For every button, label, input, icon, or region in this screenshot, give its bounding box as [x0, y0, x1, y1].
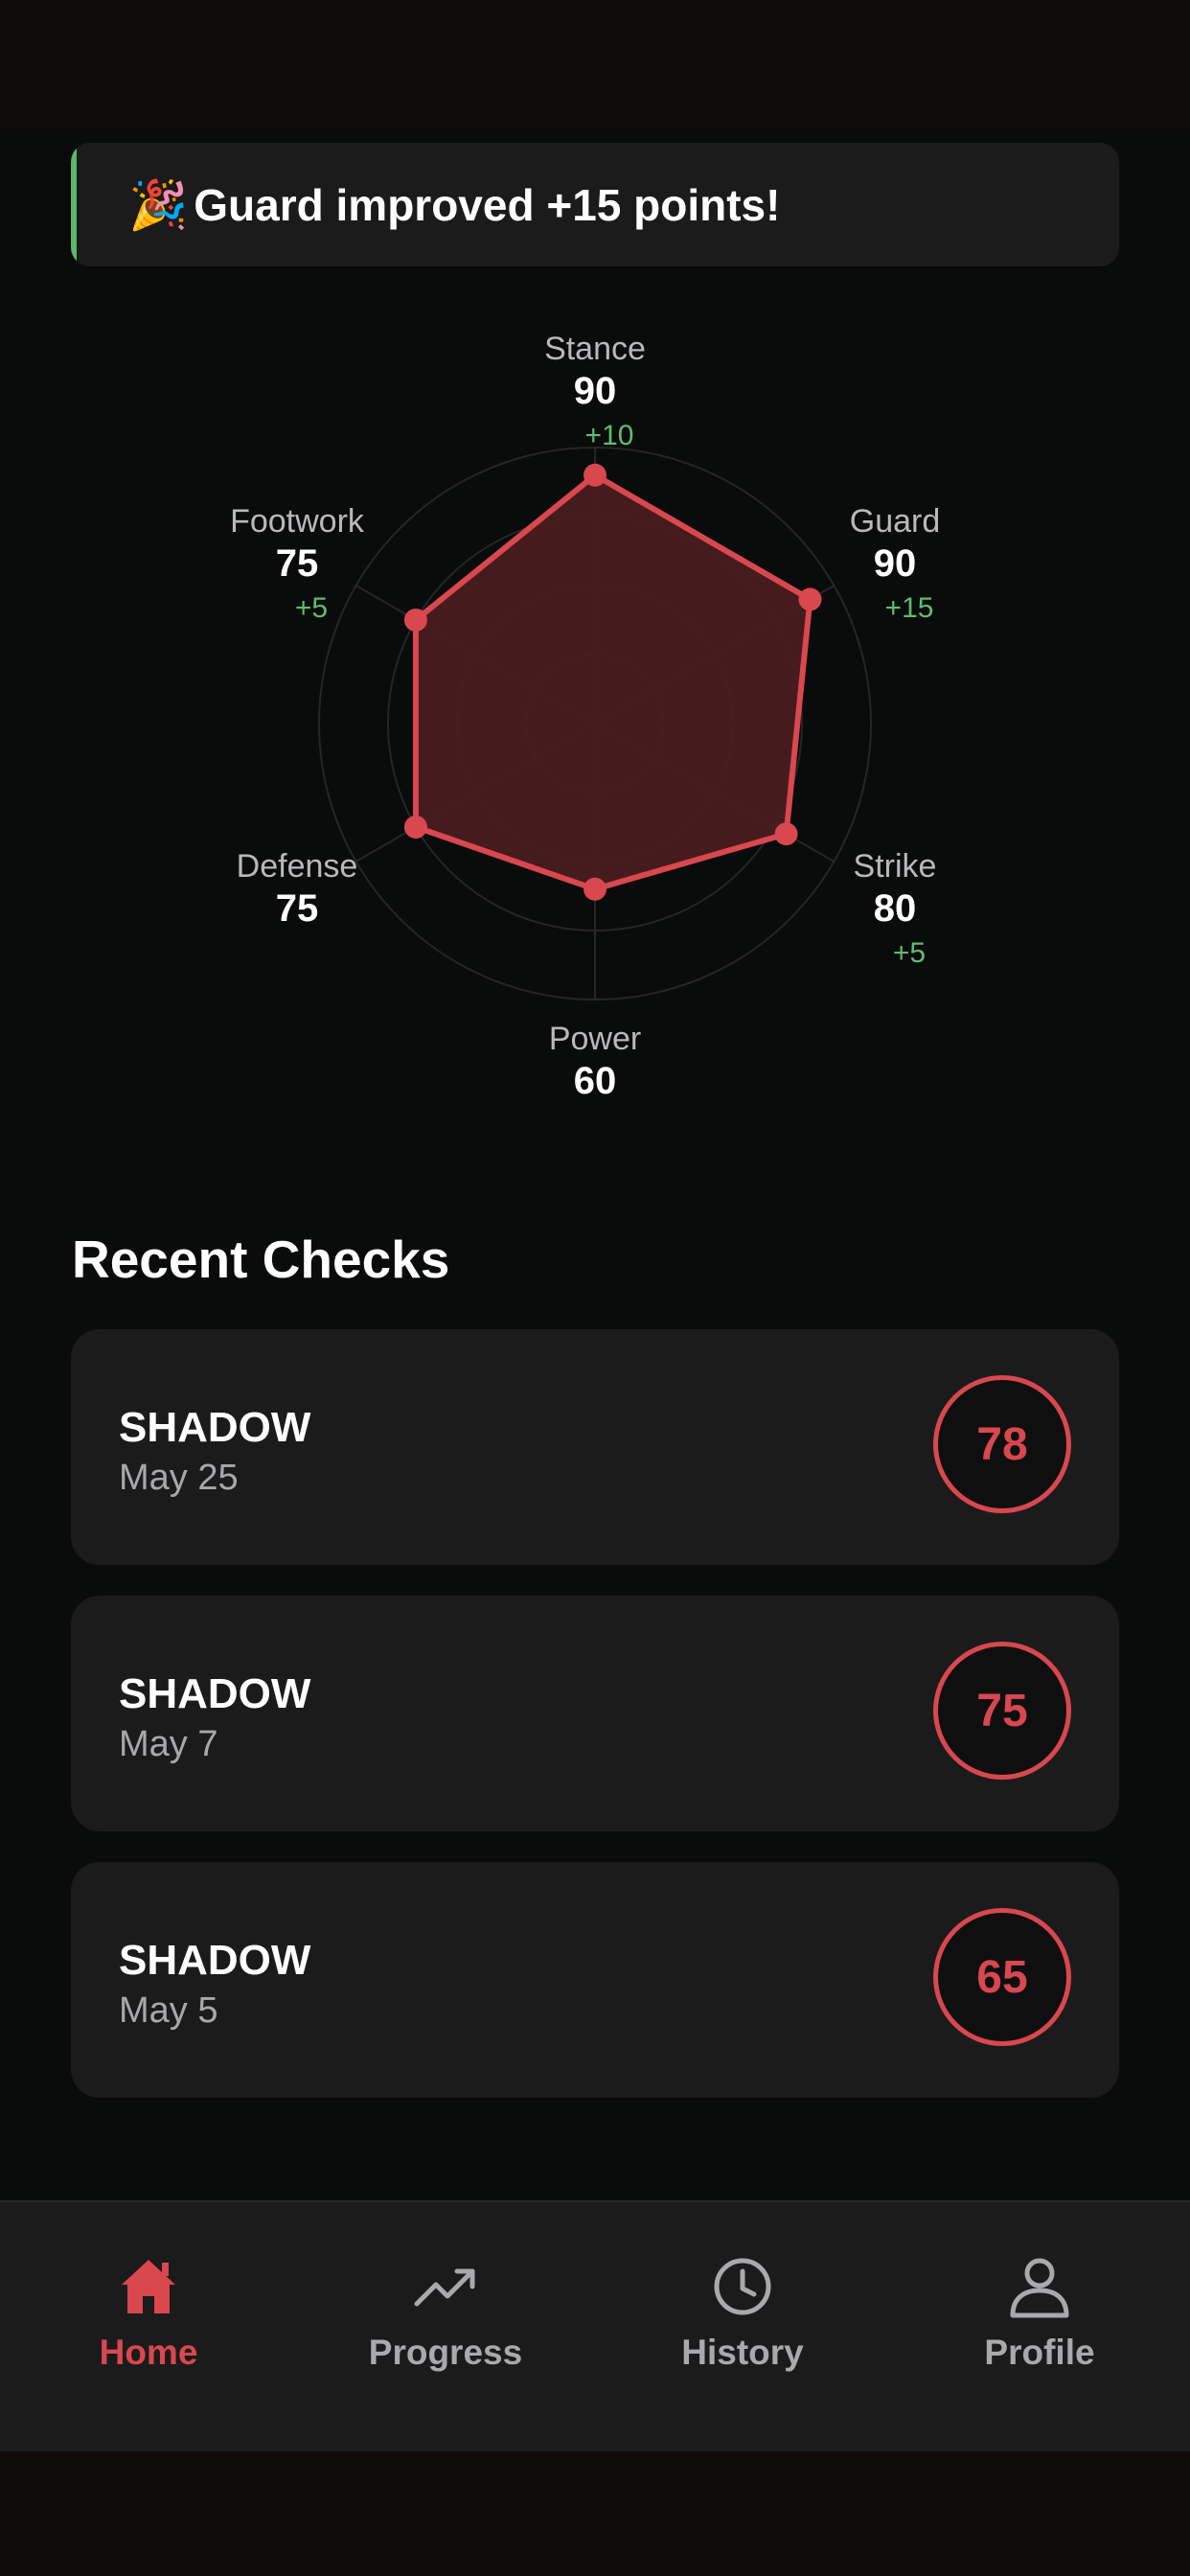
- radar-axis-value: 75: [276, 887, 319, 930]
- radar-axis-value: 90: [574, 370, 617, 412]
- radar-axis-delta: +15: [885, 592, 934, 624]
- improvement-banner: 🎉 Guard improved +15 points!: [71, 143, 1119, 266]
- radar-point: [584, 463, 606, 487]
- check-score-badge: 78: [933, 1375, 1071, 1513]
- radar-axis-value: 60: [574, 1060, 617, 1102]
- bottom-tab-bar: Home Progress History Profile: [0, 2200, 1190, 2451]
- radar-axis-label: Defense: [237, 848, 358, 885]
- tab-progress[interactable]: Progress: [297, 2202, 594, 2451]
- banner-accent-bar: [71, 143, 77, 266]
- tab-history[interactable]: History: [594, 2202, 891, 2451]
- check-name: SHADOW: [119, 1670, 311, 1717]
- check-card[interactable]: SHADOW May 25 78: [71, 1329, 1119, 1565]
- status-bar-area: [0, 0, 1190, 129]
- person-icon: [1010, 2258, 1069, 2318]
- check-date: May 25: [119, 1458, 239, 1498]
- party-popper-icon: 🎉: [128, 177, 189, 232]
- check-score-badge: 65: [933, 1908, 1071, 2046]
- tab-profile[interactable]: Profile: [891, 2202, 1188, 2451]
- home-icon: [122, 2260, 175, 2313]
- check-card[interactable]: SHADOW May 5 65: [71, 1862, 1119, 2098]
- radar-axis-label: Power: [549, 1021, 641, 1057]
- radar-axis-delta: +10: [585, 420, 634, 451]
- tab-label: History: [681, 2333, 804, 2372]
- radar-point: [403, 816, 427, 839]
- check-name: SHADOW: [119, 1404, 311, 1451]
- check-score-badge: 75: [933, 1642, 1071, 1780]
- radar-point: [774, 822, 798, 846]
- app-screen: 🎉 Guard improved +15 points! Stance 90 +10…: [0, 0, 1190, 2451]
- radar-point: [798, 587, 822, 611]
- radar-axis-label: Footwork: [230, 503, 365, 540]
- radar-axis-value: 75: [276, 542, 319, 585]
- recent-checks-title: Recent Checks: [72, 1230, 450, 1289]
- radar-axis-label: Guard: [850, 503, 941, 540]
- tab-label: Home: [99, 2333, 198, 2372]
- radar-axis-delta: +5: [295, 592, 328, 624]
- radar-point: [403, 609, 427, 632]
- check-card[interactable]: SHADOW May 7 75: [71, 1596, 1119, 1831]
- radar-axis-value: 80: [874, 887, 917, 930]
- radar-area: [412, 472, 813, 892]
- radar-axis-value: 90: [874, 542, 917, 585]
- check-name: SHADOW: [119, 1937, 311, 1984]
- clock-icon: [714, 2258, 771, 2315]
- check-date: May 5: [119, 1990, 218, 2031]
- radar-axis-label: Stance: [544, 331, 646, 367]
- check-date: May 7: [119, 1724, 218, 1764]
- radar-axis-delta: +5: [893, 937, 926, 969]
- radar-axis-label: Strike: [854, 848, 937, 885]
- tab-label: Profile: [984, 2333, 1095, 2372]
- skills-radar-chart: Stance90+10Guard90+15Strike80+5Power60De…: [230, 331, 941, 1102]
- tab-home[interactable]: Home: [0, 2202, 297, 2451]
- radar-point: [584, 877, 606, 901]
- tab-label: Progress: [368, 2333, 523, 2372]
- trend-up-icon: [414, 2268, 475, 2307]
- banner-text: Guard improved +15 points!: [194, 179, 781, 230]
